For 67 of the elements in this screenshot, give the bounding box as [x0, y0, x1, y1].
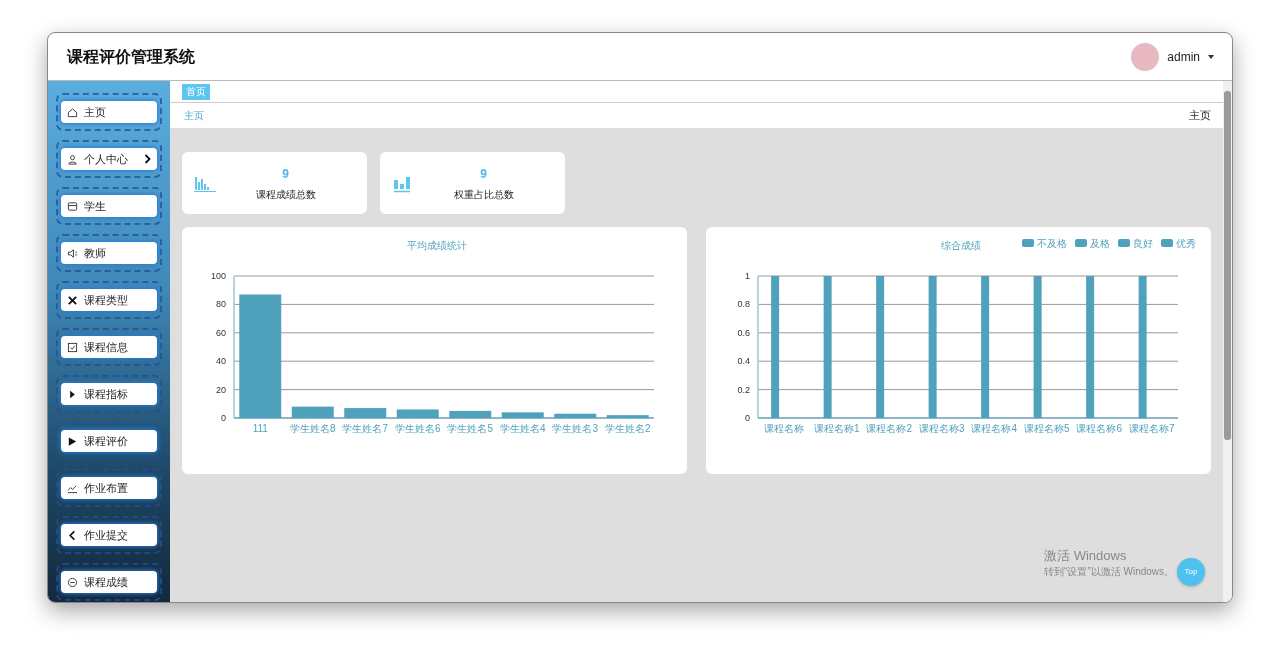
- sidebar-item[interactable]: 主页: [56, 93, 162, 131]
- axis-tick-label: 0.8: [737, 299, 751, 310]
- stat-label: 权重占比总数: [453, 187, 514, 202]
- axis-category-label: 课程名称6: [1076, 423, 1123, 434]
- sidebar-item[interactable]: 学生: [56, 187, 162, 225]
- avatar[interactable]: [1131, 42, 1160, 71]
- sidebar-item[interactable]: 作业提交: [56, 516, 162, 554]
- axis-category-label: 课程名称5: [1024, 423, 1070, 434]
- page-title: 主页: [1189, 108, 1212, 124]
- sidebar-item[interactable]: 课程信息: [56, 328, 162, 366]
- axis-tick-label: 0.4: [737, 356, 751, 367]
- axis-category-label: 学生姓名6: [395, 423, 441, 434]
- sidebar-item[interactable]: 课程指标: [56, 375, 162, 413]
- axis-tick-label: 0: [221, 413, 227, 423]
- axis-category-label: 课程名称1: [814, 423, 860, 434]
- cross-icon: [67, 294, 78, 306]
- checkbox-icon: [67, 341, 78, 353]
- user-icon: [67, 153, 78, 165]
- chart-title: 平均成绩统计: [407, 240, 468, 251]
- activation-notice-title: 激活 Windows: [1044, 548, 1128, 565]
- axis-category-label: 学生姓名4: [500, 423, 546, 434]
- axis-category-label: 学生姓名5: [447, 423, 494, 434]
- speaker-icon: [67, 247, 78, 259]
- axis-category-label: 课程名称4: [971, 423, 1018, 434]
- axis-category-label: 学生姓名7: [342, 423, 389, 434]
- stat-value: 9: [480, 165, 487, 183]
- axis-category-label: 学生姓名3: [552, 423, 599, 434]
- line-chart-icon: [67, 482, 78, 494]
- axis-tick-label: 40: [216, 356, 227, 367]
- sidebar-item[interactable]: 作业布置: [56, 469, 162, 507]
- axis-category-label: 学生姓名2: [605, 423, 651, 434]
- axis-category-label: 学生姓名8: [290, 423, 336, 434]
- stat-label: 课程成绩总数: [255, 187, 316, 202]
- axis-tick-label: 80: [216, 299, 227, 310]
- axis-tick-label: 0: [745, 413, 751, 423]
- scrollbar[interactable]: [1223, 81, 1232, 602]
- triangle-icon: [67, 435, 78, 447]
- axis-category-label: 111: [252, 423, 268, 434]
- sidebar-item[interactable]: 课程评价: [56, 422, 162, 460]
- legend-label: 良好: [1133, 238, 1154, 249]
- user-menu[interactable]: admin: [1167, 47, 1214, 66]
- sidebar-item[interactable]: 课程成绩: [56, 563, 162, 601]
- axis-category-label: 课程名称2: [866, 423, 913, 434]
- app-title: 课程评价管理系统: [67, 46, 195, 67]
- legend-label: 优秀: [1176, 238, 1197, 249]
- minus-circle-icon: [67, 576, 78, 588]
- axis-tick-label: 0.6: [737, 327, 751, 338]
- axis-tick-label: 100: [211, 271, 227, 281]
- triangle-icon: [67, 388, 78, 400]
- chart-title: 综合成绩: [941, 240, 982, 251]
- legend-label: 及格: [1090, 238, 1111, 249]
- axis-tick-label: 1: [745, 271, 751, 281]
- axis-category-label: 课程名称: [764, 423, 805, 434]
- sidebar-item[interactable]: 教师: [56, 234, 162, 272]
- id-card-icon: [67, 200, 78, 212]
- caret-icon: [1208, 54, 1214, 59]
- sidebar-item[interactable]: 课程类型: [56, 281, 162, 319]
- axis-tick-label: 0.2: [737, 384, 751, 395]
- axis-category-label: 课程名称7: [1129, 423, 1175, 434]
- legend-label: 不及格: [1037, 238, 1068, 249]
- sidebar-item[interactable]: 个人中心: [56, 140, 162, 178]
- stat-value: 9: [282, 165, 289, 183]
- axis-tick-label: 20: [216, 384, 227, 395]
- activation-notice-text: 转到“设置”以激活 Windows。: [1044, 565, 1175, 578]
- axis-tick-label: 60: [216, 327, 227, 338]
- home-icon: [67, 106, 78, 118]
- axis-category-label: 课程名称3: [919, 423, 965, 434]
